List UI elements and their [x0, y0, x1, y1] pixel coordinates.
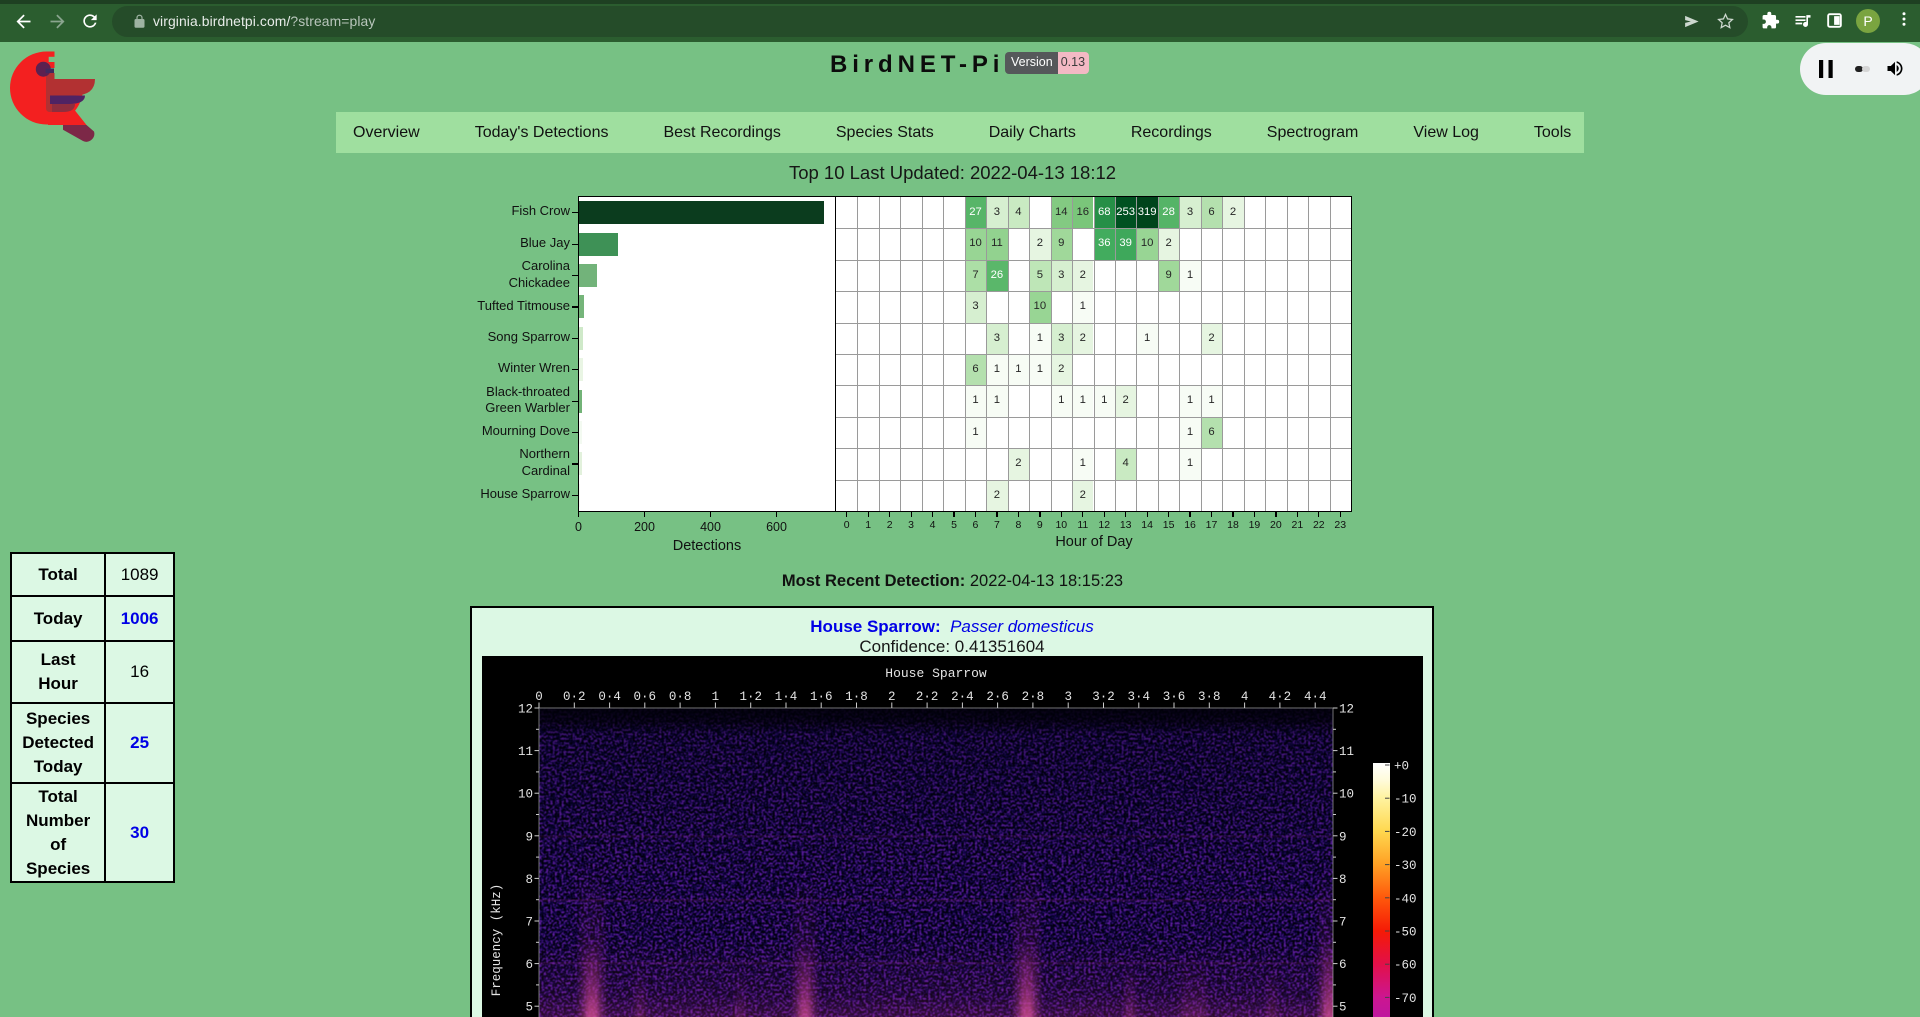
svg-text:7: 7	[525, 916, 533, 930]
svg-text:-70: -70	[1394, 992, 1417, 1006]
svg-text:9: 9	[525, 830, 533, 844]
svg-text:5: 5	[1339, 1001, 1347, 1015]
svg-text:6: 6	[525, 958, 533, 972]
svg-text:10: 10	[518, 788, 533, 802]
svg-text:-60: -60	[1394, 959, 1417, 973]
svg-text:4: 4	[1241, 690, 1249, 704]
svg-text:-50: -50	[1394, 926, 1417, 940]
svg-text:1·4: 1·4	[775, 690, 798, 704]
svg-text:5: 5	[525, 1001, 533, 1015]
svg-text:9: 9	[1339, 830, 1347, 844]
svg-text:7: 7	[1339, 916, 1347, 930]
svg-text:2·4: 2·4	[951, 690, 974, 704]
svg-text:3: 3	[1064, 690, 1072, 704]
svg-text:3·6: 3·6	[1163, 690, 1186, 704]
svg-text:+0: +0	[1394, 760, 1409, 774]
svg-text:1: 1	[712, 690, 720, 704]
svg-text:3·2: 3·2	[1092, 690, 1115, 704]
svg-text:0·6: 0·6	[634, 690, 657, 704]
svg-text:12: 12	[1339, 703, 1354, 717]
svg-text:0·8: 0·8	[669, 690, 692, 704]
svg-text:-10: -10	[1394, 793, 1417, 807]
svg-text:6: 6	[1339, 958, 1347, 972]
svg-text:1·8: 1·8	[845, 690, 868, 704]
svg-text:3·8: 3·8	[1198, 690, 1221, 704]
svg-text:11: 11	[1339, 745, 1354, 759]
svg-text:0: 0	[535, 690, 543, 704]
svg-text:11: 11	[518, 745, 533, 759]
svg-text:0·4: 0·4	[598, 690, 621, 704]
svg-text:12: 12	[518, 703, 533, 717]
svg-text:8: 8	[525, 873, 533, 887]
svg-text:2·8: 2·8	[1022, 690, 1045, 704]
svg-text:4·2: 4·2	[1269, 690, 1292, 704]
svg-text:8: 8	[1339, 873, 1347, 887]
svg-text:10: 10	[1339, 788, 1354, 802]
svg-text:4·4: 4·4	[1304, 690, 1327, 704]
svg-text:House Sparrow: House Sparrow	[885, 666, 987, 681]
svg-text:-20: -20	[1394, 826, 1417, 840]
svg-text:Frequency (kHz): Frequency (kHz)	[490, 884, 504, 997]
svg-text:3·4: 3·4	[1128, 690, 1151, 704]
svg-text:0·2: 0·2	[563, 690, 586, 704]
svg-text:2·2: 2·2	[916, 690, 939, 704]
svg-text:2: 2	[888, 690, 896, 704]
svg-text:-40: -40	[1394, 892, 1417, 906]
svg-text:1·2: 1·2	[739, 690, 762, 704]
svg-text:2·6: 2·6	[986, 690, 1009, 704]
svg-text:-30: -30	[1394, 859, 1417, 873]
svg-text:1·6: 1·6	[810, 690, 833, 704]
